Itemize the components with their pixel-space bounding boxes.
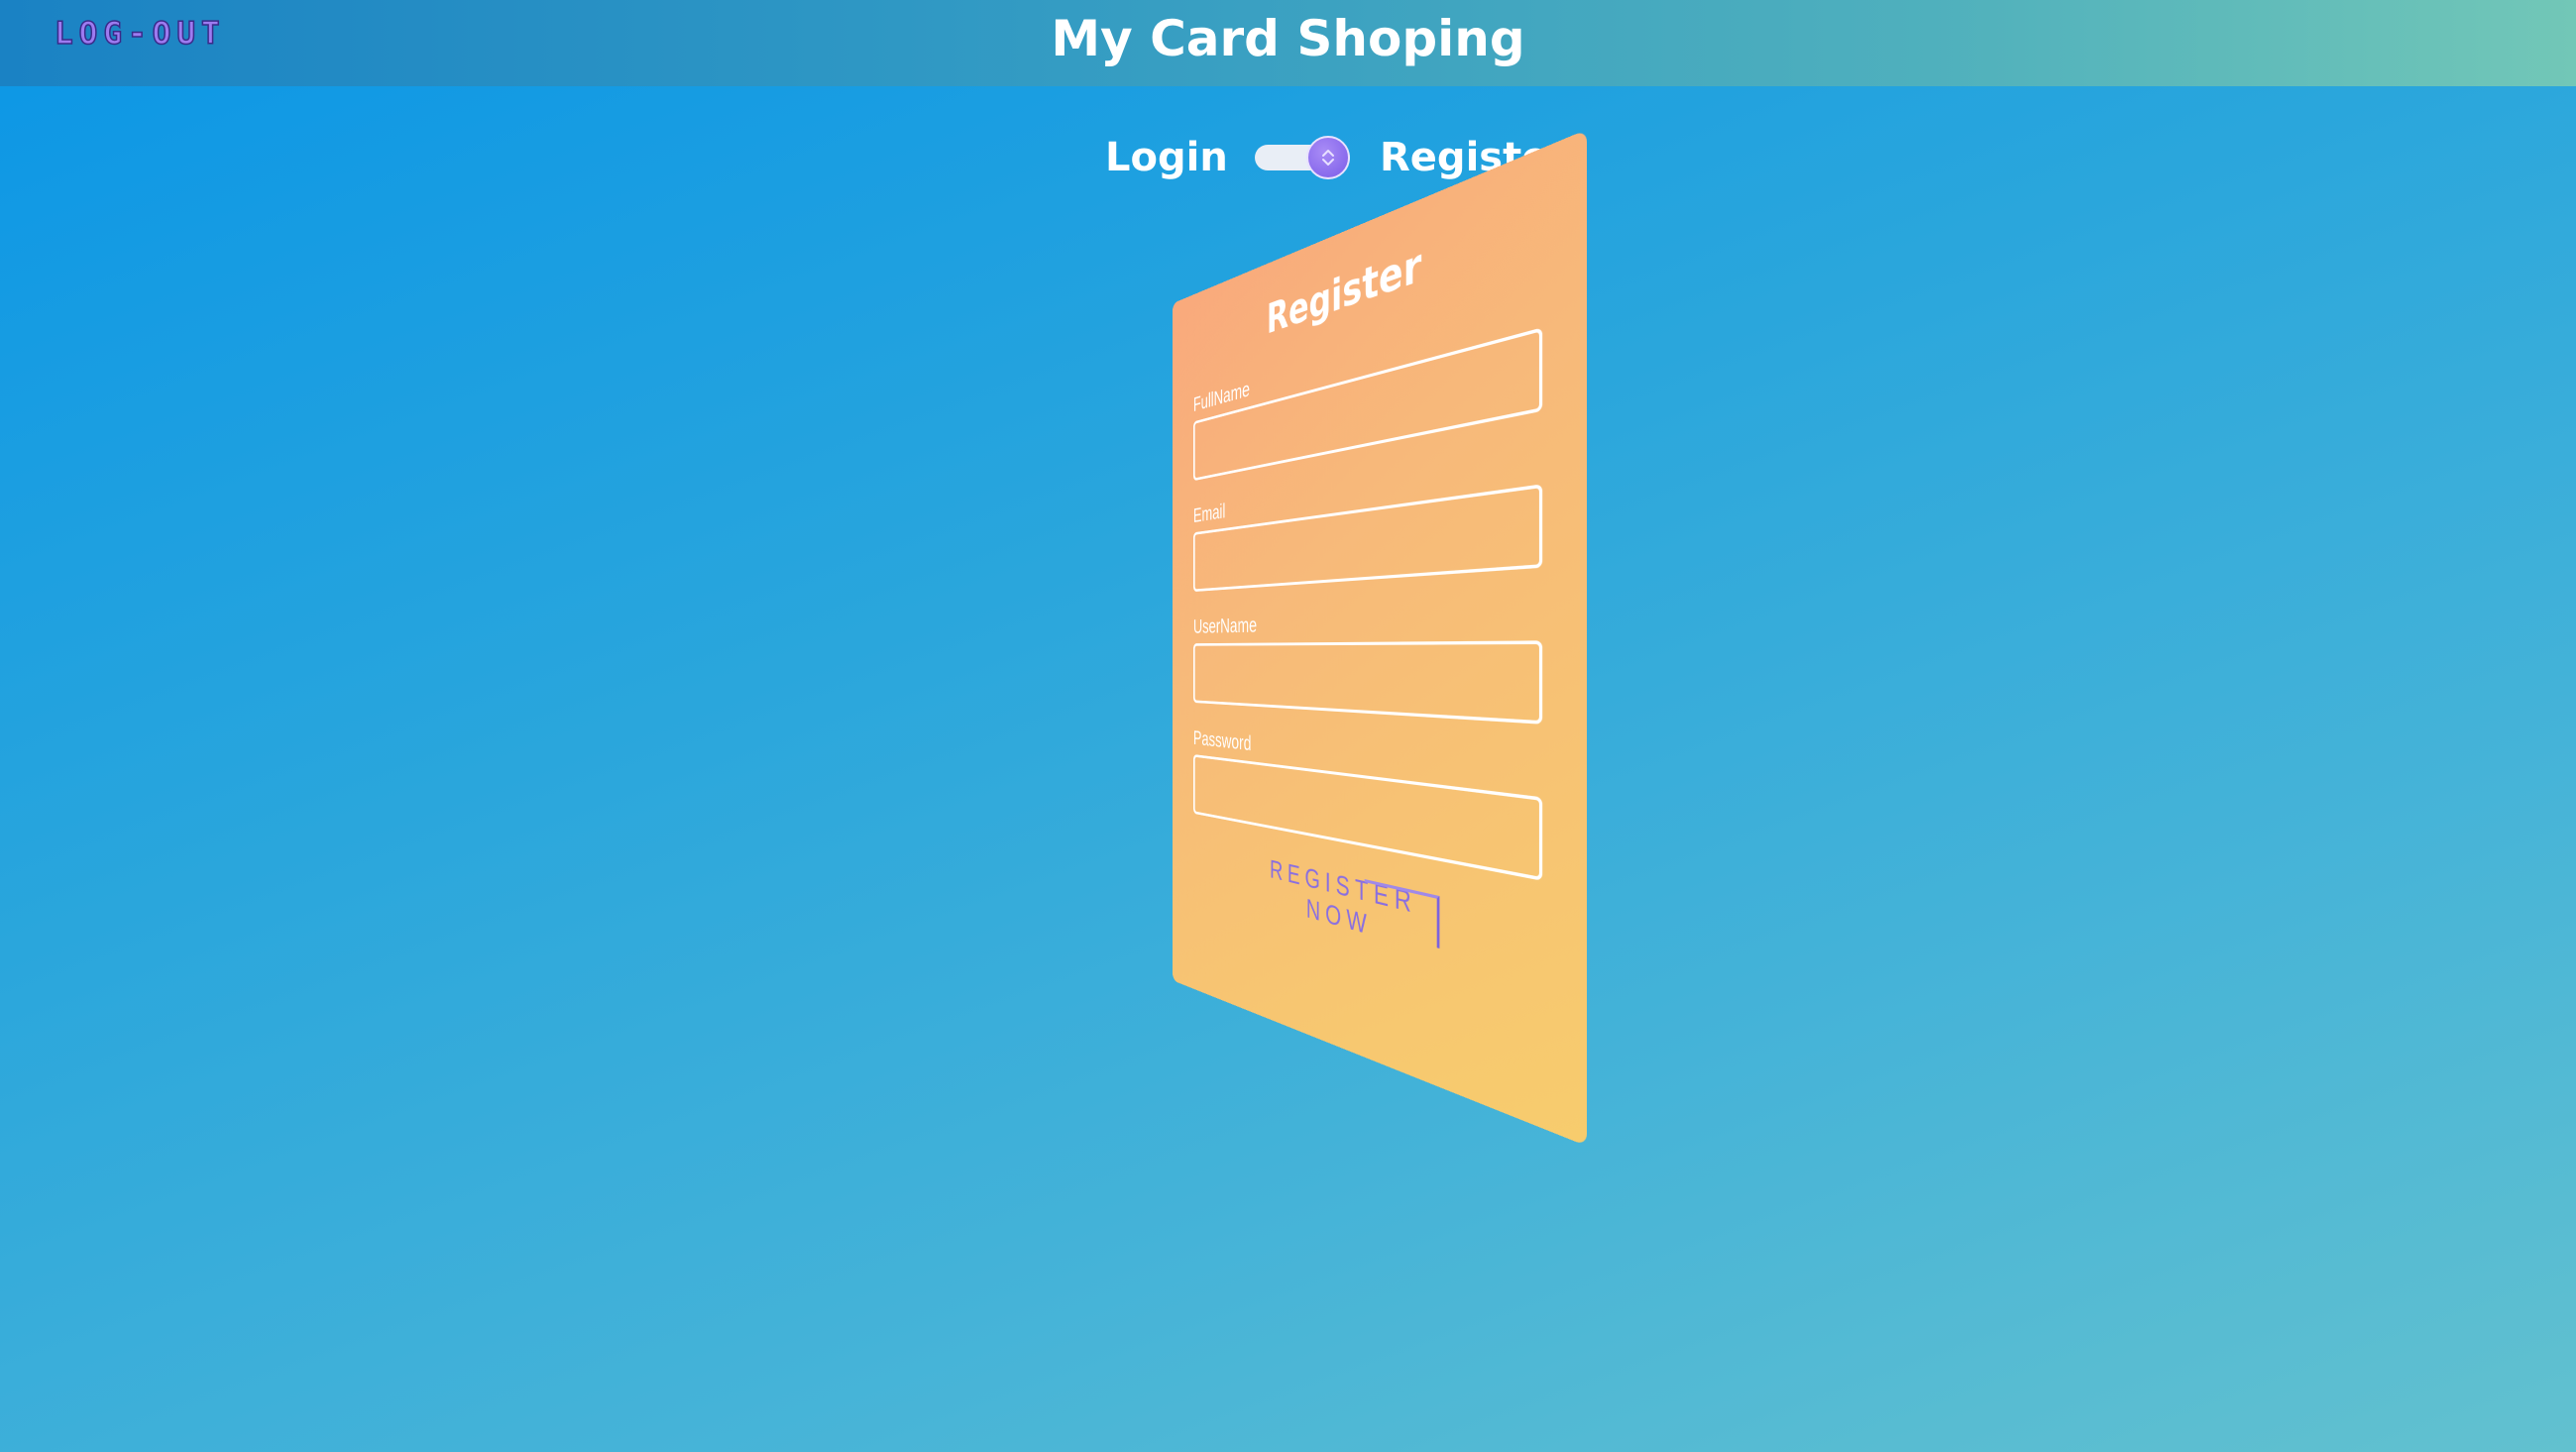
register-now-label: REGISTER NOW [1270, 853, 1417, 942]
register-now-button[interactable]: REGISTER NOW [1254, 850, 1440, 952]
top-bar: LOG-OUT My Card Shoping [0, 0, 2576, 86]
card-stage: Register FullName Email UserName Passwor… [1051, 129, 1625, 1147]
login-mode-label[interactable]: Login [1105, 135, 1228, 180]
swap-arrows-icon [1322, 150, 1334, 166]
login-register-switch: Login Register [0, 127, 2576, 190]
register-card: Register FullName Email UserName Passwor… [1172, 129, 1588, 1147]
mode-toggle-knob[interactable] [1306, 136, 1350, 179]
page-title: My Card Shoping [1051, 10, 1525, 67]
username-label: UserName [1193, 613, 1258, 638]
username-input[interactable] [1193, 640, 1543, 725]
